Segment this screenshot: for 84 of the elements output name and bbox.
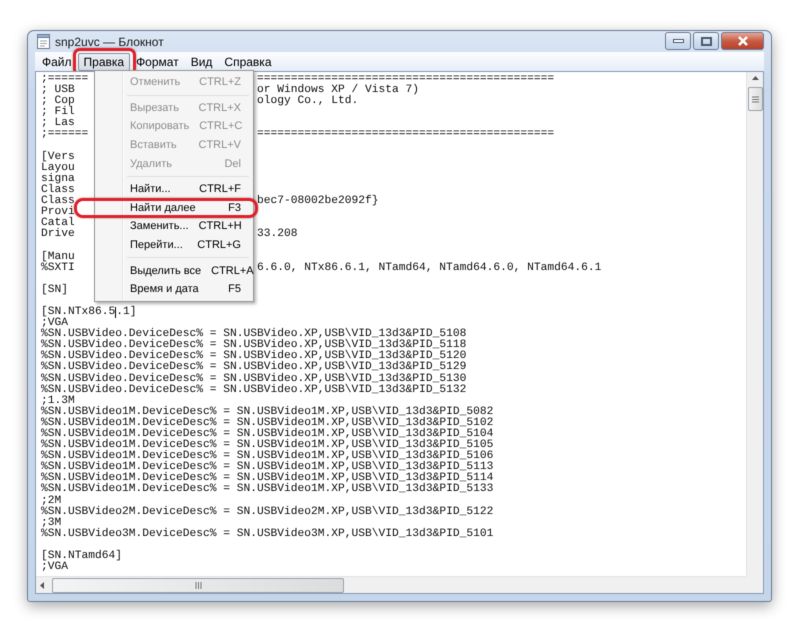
code-line: %SN.USBVideo3M.DeviceDesc% = SN.USBVideo3M.XP,USB\VID_13d3&PID_5101 — [41, 528, 494, 540]
maximize-icon — [700, 36, 712, 46]
code-line: ============================================ — [257, 129, 554, 141]
menu-item-label: Найти далее — [130, 202, 196, 214]
code-line: %SXTI — [41, 262, 75, 274]
close-button[interactable] — [721, 32, 764, 50]
close-icon — [736, 36, 748, 46]
menu-bar-item[interactable]: Справка — [218, 52, 278, 70]
code-line: ============================================ — [257, 74, 554, 85]
code-line: %SN.USBVideo1M.DeviceDesc% = SN.USBVideo1M.XP,USB\VID_13d3&PID_5082 — [41, 406, 494, 418]
code-line: ;1.3M — [41, 394, 75, 407]
maximize-button[interactable] — [693, 32, 719, 50]
shortcut-label: CTRL+X — [198, 102, 241, 114]
shortcut-label: Del — [224, 158, 241, 170]
scroll-left-icon[interactable] — [40, 582, 44, 588]
shortcut-label: CTRL+C — [199, 120, 242, 132]
minimize-button[interactable] — [665, 32, 691, 50]
code-line: bec7-08002be2092f} — [257, 196, 379, 208]
code-line: [SN] — [41, 284, 68, 296]
shortcut-label: F3 — [228, 202, 241, 214]
menu-item[interactable]: Найти... CTRL+F — [97, 180, 251, 199]
text-caret — [115, 306, 116, 318]
code-line: Drive — [41, 228, 75, 240]
menu-item[interactable]: Выделить все CTRL+A — [97, 261, 251, 280]
code-line: ;VGA — [41, 317, 68, 330]
code-line: %SN.USBVideo.DeviceDesc% = SN.USBVideo.XP,USB\VID_13d3&PID_5132 — [41, 384, 466, 396]
code-line: [SN.NTamd64] — [41, 550, 122, 562]
shortcut-label: CTRL+F — [199, 183, 241, 196]
code-line: ology Co., Ltd. — [257, 96, 358, 108]
menu-item[interactable]: Время и дата F5 — [97, 280, 251, 299]
menu-bar-item[interactable]: Файл — [36, 52, 78, 70]
scroll-up-icon[interactable] — [752, 76, 758, 80]
code-line: %SN.USBVideo1M.DeviceDesc% = SN.USBVideo1M.XP,USB\VID_13d3&PID_5104 — [41, 428, 494, 440]
menu-item-label: Удалить — [130, 158, 172, 170]
menu-bar-item[interactable]: Правка — [78, 52, 130, 70]
minimize-icon — [672, 39, 684, 43]
code-line: ;====== — [41, 128, 88, 140]
shortcut-label: CTRL+V — [198, 139, 241, 152]
code-line: ;VGA — [41, 561, 68, 574]
code-line: [Manu — [41, 250, 75, 262]
code-line: Layou — [41, 162, 75, 174]
menu-bar-item[interactable]: Вид — [184, 52, 218, 70]
code-line: Class — [41, 184, 75, 196]
code-line: ; Las — [41, 117, 75, 130]
window-title: snp2uvc — Блокнот — [55, 34, 164, 48]
code-line: 33.208 — [257, 229, 298, 240]
code-line: %SN.USBVideo.DeviceDesc% = SN.USBVideo.XP,USB\VID_13d3&PID_5130 — [41, 372, 466, 385]
code-line: %SN.USBVideo1M.DeviceDesc% = SN.USBVideo1M.XP,USB\VID_13d3&PID_5133 — [41, 483, 494, 496]
menu-item-label: Перейти... — [130, 239, 183, 252]
code-line: %SN.USBVideo2M.DeviceDesc% = SN.USBVideo2M.XP,USB\VID_13d3&PID_5122 — [41, 506, 494, 518]
menu-bar-item[interactable]: Формат — [130, 52, 185, 70]
menu-item[interactable]: Заменить... CTRL+H — [97, 217, 251, 236]
code-line: ;2M — [41, 494, 62, 507]
code-line: ; Fil — [41, 106, 75, 118]
menu-item[interactable]: Найти далее F3 — [97, 198, 251, 218]
notepad-icon — [37, 34, 50, 49]
scroll-thumb[interactable] — [52, 578, 344, 592]
code-line: [Vers — [41, 150, 75, 163]
horizontal-scrollbar[interactable] — [36, 576, 746, 593]
menu-item-label: Копировать — [130, 120, 190, 132]
code-line: 6.6.0, NTx86.6.1, NTamd64, NTamd64.6.0, NTamd64.6.1 — [257, 262, 602, 274]
menu-item-label: Время и дата — [130, 283, 199, 296]
menu-item-label: Вставить — [130, 139, 177, 152]
code-line: ;3M — [41, 516, 62, 529]
menu-item[interactable]: Перейти... CTRL+G — [97, 236, 251, 254]
code-line: %SN.USBVideo1M.DeviceDesc% = SN.USBVideo1M.XP,USB\VID_13d3&PID_5102 — [41, 416, 494, 429]
shortcut-label: CTRL+G — [197, 239, 241, 252]
code-line: ; USB — [41, 84, 75, 96]
code-line: signa — [41, 172, 75, 185]
menu-item-label: Выделить все — [130, 264, 202, 277]
shortcut-label: CTRL+Z — [199, 76, 241, 88]
shortcut-label: F5 — [228, 283, 241, 296]
vertical-scrollbar[interactable] — [746, 72, 763, 576]
menu-item-label: Вырезать — [130, 102, 179, 114]
code-line: %SN.USBVideo.DeviceDesc% = SN.USBVideo.XP,USB\VID_13d3&PID_5129 — [41, 361, 466, 374]
code-line: [SN.NTx86.5 — [41, 306, 116, 318]
menu-item-label: Отменить — [130, 76, 180, 88]
menu-item-label: Найти... — [130, 183, 171, 196]
code-line: ;====== — [41, 73, 88, 85]
shortcut-label: CTRL+A — [211, 264, 254, 277]
scroll-thumb[interactable] — [748, 87, 762, 111]
menu-item-label: Заменить... — [130, 220, 189, 232]
shortcut-label: CTRL+H — [198, 220, 242, 232]
code-line: .1] — [116, 306, 137, 318]
